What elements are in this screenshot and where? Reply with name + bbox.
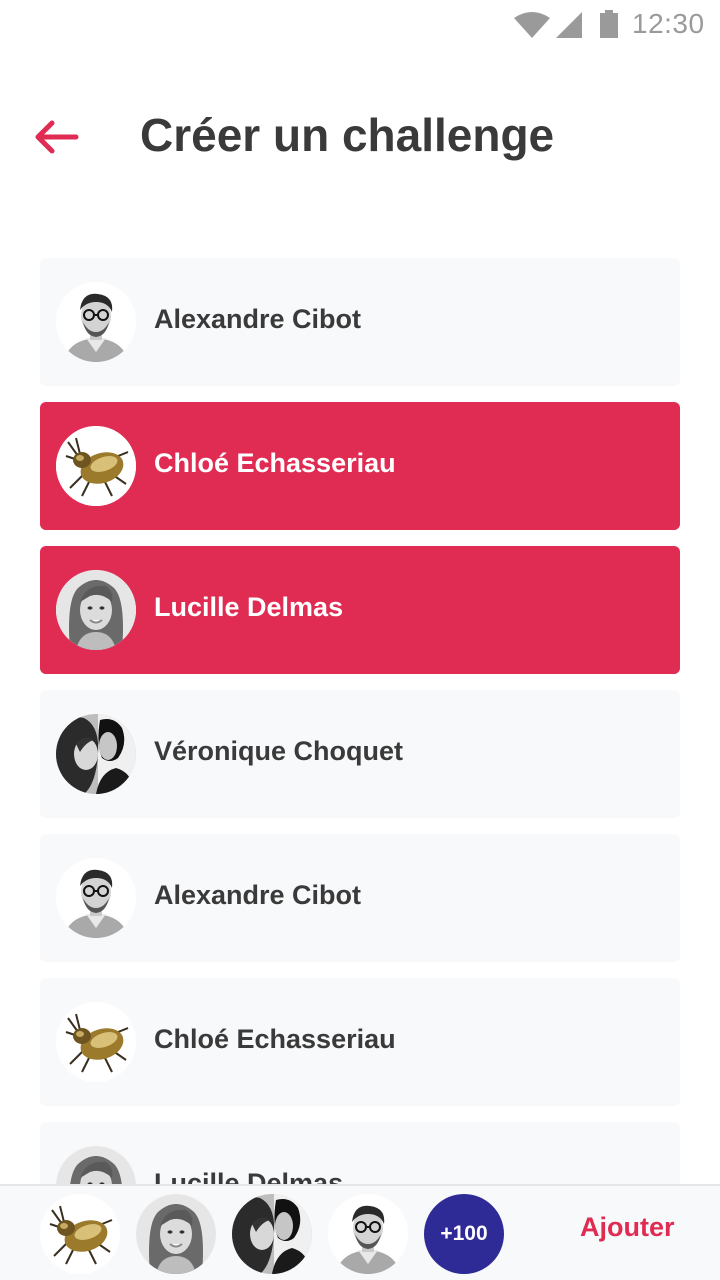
contact-row[interactable]: Lucille Delmas bbox=[40, 1122, 680, 1184]
contact-row-selected[interactable]: Chloé Echasseriau bbox=[40, 402, 680, 530]
battery-icon bbox=[600, 10, 618, 38]
avatar bbox=[56, 570, 136, 650]
back-button[interactable] bbox=[28, 112, 84, 162]
contact-row-selected[interactable]: Lucille Delmas bbox=[40, 546, 680, 674]
status-bar: 12:30 bbox=[0, 0, 720, 48]
contact-name: Alexandre Cibot bbox=[154, 304, 362, 334]
add-button[interactable]: Ajouter bbox=[580, 1212, 675, 1243]
contact-name: Chloé Echasseriau bbox=[154, 448, 396, 478]
avatar bbox=[56, 426, 136, 506]
page-title: Créer un challenge bbox=[140, 109, 555, 161]
contact-name: Véronique Choquet bbox=[154, 736, 403, 766]
contact-row[interactable]: Véronique Choquet bbox=[40, 690, 680, 818]
avatar bbox=[56, 1002, 136, 1082]
avatar bbox=[56, 858, 136, 938]
avatar bbox=[56, 1146, 136, 1184]
contact-list[interactable]: Alexandre Cibot Chloé Echasseriau Lucill… bbox=[40, 258, 680, 1184]
selected-avatar[interactable] bbox=[40, 1194, 120, 1274]
contact-name: Alexandre Cibot bbox=[154, 880, 362, 910]
selected-avatar[interactable] bbox=[232, 1194, 312, 1274]
wifi-icon bbox=[514, 12, 550, 38]
selection-bar: +100 Ajouter bbox=[0, 1184, 720, 1280]
contact-row[interactable]: Alexandre Cibot bbox=[40, 834, 680, 962]
arrow-left-icon bbox=[35, 120, 79, 154]
selected-avatar[interactable] bbox=[328, 1194, 408, 1274]
avatar bbox=[56, 714, 136, 794]
contact-row[interactable]: Chloé Echasseriau bbox=[40, 978, 680, 1106]
contact-name: Lucille Delmas bbox=[154, 1168, 344, 1184]
avatar bbox=[56, 282, 136, 362]
contact-name: Lucille Delmas bbox=[154, 592, 344, 622]
status-time: 12:30 bbox=[632, 8, 705, 39]
signal-icon bbox=[556, 12, 582, 38]
more-count-badge[interactable]: +100 bbox=[424, 1194, 504, 1274]
selected-avatar[interactable] bbox=[136, 1194, 216, 1274]
contact-row[interactable]: Alexandre Cibot bbox=[40, 258, 680, 386]
contact-name: Chloé Echasseriau bbox=[154, 1024, 396, 1054]
